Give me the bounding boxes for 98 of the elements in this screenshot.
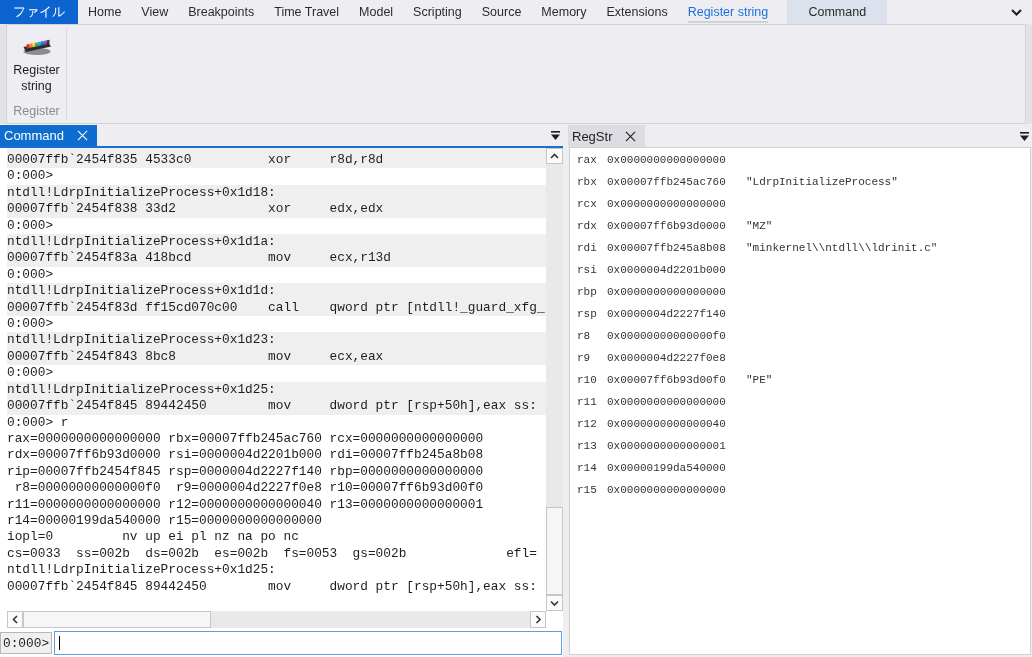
- chevron-right-icon: [534, 615, 542, 624]
- console-line: ntdll!LdrpInitializeProcess+0x1d23:: [7, 332, 276, 349]
- register-value: 0x0000000000000001: [607, 440, 727, 452]
- register-name: rbp: [577, 286, 598, 298]
- menu-tab[interactable]: Home: [78, 0, 132, 24]
- register-value: 0x00007ffb245a8b08: [607, 242, 727, 254]
- console-line: 0:000> r: [7, 414, 69, 431]
- console-line: cs=0033 ss=002b ds=002b es=002b fs=0053 gs=002b efl=: [7, 545, 537, 563]
- console-line: ntdll!LdrpInitializeProcess+0x1d25:: [7, 562, 276, 579]
- dropdown-icon[interactable]: [551, 131, 560, 140]
- scrollbar-thumb[interactable]: [23, 611, 211, 628]
- pane-tab[interactable]: RegStr: [568, 125, 646, 147]
- console-line: 0:000>: [7, 217, 54, 235]
- console-line: ntdll!LdrpInitializeProcess+0x1d18:: [7, 184, 276, 202]
- menu-tab[interactable]: Extensions: [596, 0, 678, 24]
- register-name: r13: [577, 440, 598, 452]
- register-value: 0x00000000000000f0: [607, 330, 727, 342]
- console-line: 00007ffb`2454f835 4533c0 xor r8d,r8d: [7, 152, 384, 169]
- menu-tab[interactable]: Register string: [677, 0, 779, 24]
- chevron-left-icon: [11, 615, 19, 624]
- scroll-left-button[interactable]: [7, 611, 23, 628]
- register-value: 0x00007ffb245ac760: [607, 176, 727, 188]
- horizontal-scrollbar[interactable]: [7, 611, 546, 628]
- console-line: rax=0000000000000000 rbx=00007ffb245ac760 rcx=0000000000000000: [7, 430, 484, 448]
- scroll-right-button[interactable]: [530, 611, 546, 628]
- menu-tab[interactable]: Scripting: [403, 0, 472, 24]
- menu-tab[interactable]: Source: [471, 0, 532, 24]
- group-label: Register: [13, 104, 60, 120]
- register-string: "minkernel\\ntdll\\ldrinit.c": [746, 242, 939, 254]
- close-icon[interactable]: [625, 130, 637, 142]
- register-name: r8: [577, 330, 592, 342]
- chevron-down-icon: [550, 599, 559, 607]
- file-tab[interactable]: ファイル: [0, 0, 78, 24]
- console-line: 00007ffb`2454f83d ff15cd070c00 call qword ptr [ntdll!_guard_xfg_: [7, 299, 545, 317]
- console-line: 0:000>: [7, 316, 54, 333]
- register-name: rcx: [577, 198, 598, 210]
- register-name: r10: [577, 374, 598, 386]
- menu-tab[interactable]: Time Travel: [264, 0, 350, 24]
- menu-tab[interactable]: Memory: [531, 0, 597, 24]
- pane-tab[interactable]: Command: [0, 125, 97, 146]
- console-line: 00007ffb`2454f843 8bc8 mov ecx,eax: [7, 348, 384, 366]
- console-line: 00007ffb`2454f838 33d2 xor edx,edx: [7, 201, 384, 218]
- register-value: 0x0000004d2227f140: [607, 308, 727, 320]
- scrollbar-thumb[interactable]: [546, 507, 563, 595]
- chevron-down-icon[interactable]: [1011, 8, 1022, 16]
- console-line: r14=00000199da540000 r15=0000000000000000: [7, 512, 322, 530]
- register-value: 0x0000004d2227f0e8: [607, 352, 727, 364]
- register-value: 0x00007ff6b93d00f0: [607, 374, 727, 386]
- register-name: r15: [577, 484, 598, 496]
- scroll-up-button[interactable]: [546, 148, 563, 164]
- console-line: r11=0000000000000000 r12=0000000000000040 r13=0000000000000001: [7, 496, 484, 513]
- menu-tab[interactable]: View: [131, 0, 179, 24]
- console-line: 0:000>: [7, 168, 54, 185]
- console-line: iopl=0 nv up ei pl nz na po nc: [7, 529, 299, 546]
- chevron-up-icon: [550, 152, 559, 160]
- console-line: rip=00007ffb2454f845 rsp=0000004d2227f140 rbp=0000000000000000: [7, 463, 484, 481]
- console-line: ntdll!LdrpInitializeProcess+0x1d1a:: [7, 234, 276, 251]
- contextual-tab[interactable]: Command: [787, 0, 888, 24]
- register-string: "MZ": [746, 220, 774, 232]
- vertical-scrollbar[interactable]: [546, 148, 563, 611]
- register-value: 0x00007ff6b93d0000: [607, 220, 727, 232]
- console-line: 00007ffb`2454f83a 418bcd mov ecx,r13d: [7, 250, 391, 267]
- register-value: 0x0000000000000000: [607, 154, 727, 166]
- menu-tab[interactable]: Breakpoints: [178, 0, 265, 24]
- console-line: ntdll!LdrpInitializeProcess+0x1d25:: [7, 381, 276, 399]
- text-cursor-icon: [59, 636, 61, 650]
- command-input[interactable]: [54, 631, 562, 655]
- dropdown-icon[interactable]: [1020, 131, 1029, 141]
- register-name: rsi: [577, 264, 598, 276]
- register-name: rax: [577, 154, 598, 166]
- console-line: rdx=00007ff6b93d0000 rsi=0000004d2201b000 rdi=00007ffb245a8b08: [7, 447, 484, 464]
- register-name: r12: [577, 418, 598, 430]
- scroll-down-button[interactable]: [546, 595, 563, 611]
- console-line: 0:000>: [7, 365, 54, 382]
- register-string: "LdrpInitializeProcess": [746, 176, 899, 188]
- register-string: "PE": [746, 374, 774, 386]
- register-name: r11: [577, 396, 598, 408]
- register-value: 0x0000000000000000: [607, 198, 727, 210]
- register-value: 0x0000000000000040: [607, 418, 727, 430]
- register-value: 0x00000199da540000: [607, 462, 727, 474]
- console-line: 00007ffb`2454f845 89442450 mov dword ptr [rsp+50h],eax ss:: [7, 578, 537, 595]
- console-line: 00007ffb`2454f845 89442450 mov dword ptr [rsp+50h],eax ss:: [7, 398, 537, 415]
- console-line: ntdll!LdrpInitializeProcess+0x1d1d:: [7, 283, 276, 300]
- register-name: r14: [577, 462, 598, 474]
- register-value: 0x0000000000000000: [607, 396, 727, 408]
- register-name: rbx: [577, 176, 598, 188]
- register-value: 0x0000000000000000: [607, 286, 727, 298]
- prompt-label: 0:000>: [0, 632, 53, 654]
- ribbon-button[interactable]: Register string: [8, 28, 65, 96]
- register-value: 0x0000000000000000: [607, 484, 727, 496]
- register-value: 0x0000004d2201b000: [607, 264, 727, 276]
- register-name: rdi: [577, 242, 598, 254]
- console-line: r8=00000000000000f0 r9=0000004d2227f0e8 r10=00007ff6b93d00f0: [13, 480, 484, 497]
- console-line: 0:000>: [7, 266, 54, 284]
- register-name: rdx: [577, 220, 598, 232]
- menu-tab[interactable]: Model: [349, 0, 404, 24]
- register-name: rsp: [577, 308, 598, 320]
- register-name: r9: [577, 352, 592, 364]
